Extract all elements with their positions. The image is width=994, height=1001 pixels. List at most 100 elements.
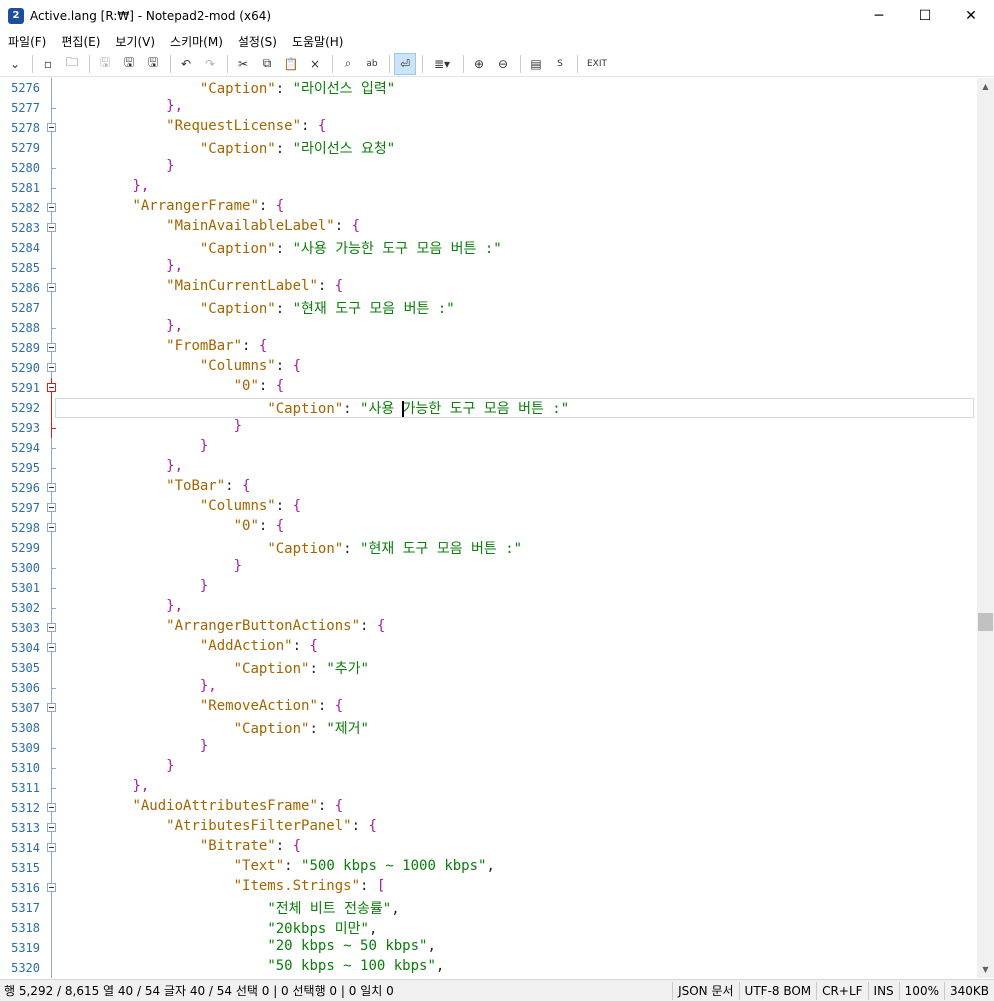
replace-icon[interactable]: ab (361, 53, 383, 75)
fold-marker-icon[interactable] (47, 698, 57, 718)
editor-line[interactable]: 5320 "50 kbps ~ 100 kbps", (0, 958, 977, 978)
editor-line[interactable]: 5286 "MainCurrentLabel": { (0, 278, 977, 298)
fold-marker-icon[interactable] (47, 878, 57, 898)
status-zoom[interactable]: 100% (898, 981, 944, 1000)
fold-marker-icon[interactable] (47, 338, 57, 358)
editor-line[interactable]: 5289 "FromBar": { (0, 338, 977, 358)
fold-marker-icon[interactable] (47, 818, 57, 838)
editor-line[interactable]: 5276 "Caption": "라이선스 입력" (0, 78, 977, 98)
editor-line[interactable]: 5313 "AtributesFilterPanel": { (0, 818, 977, 838)
editor-line[interactable]: 5307 "RemoveAction": { (0, 698, 977, 718)
editor-line[interactable]: 5279 "Caption": "라이선스 요청" (0, 138, 977, 158)
editor-line[interactable]: 5294} (0, 438, 977, 458)
menu-help[interactable]: 도움말(H) (285, 33, 351, 50)
maximize-button[interactable]: ☐ (902, 0, 948, 31)
editor-line[interactable]: 5309} (0, 738, 977, 758)
editor-line[interactable]: 5282 "ArrangerFrame": { (0, 198, 977, 218)
scroll-down-icon[interactable]: ▼ (977, 961, 994, 978)
editor-line[interactable]: 5306}, (0, 678, 977, 698)
chevron-down-icon[interactable]: ⌄ (4, 53, 26, 75)
fold-marker-icon[interactable] (47, 218, 57, 238)
s-button[interactable]: S (549, 53, 571, 75)
editor-line[interactable]: 5300} (0, 558, 977, 578)
editor-line[interactable]: 5283 "MainAvailableLabel": { (0, 218, 977, 238)
fold-marker-icon[interactable] (47, 118, 57, 138)
menu-settings[interactable]: 설정(S) (231, 33, 284, 50)
schema-dropdown-icon[interactable]: ≣▾ (427, 53, 457, 75)
editor-line[interactable]: 5305 "Caption": "추가" (0, 658, 977, 678)
fold-marker-icon[interactable] (47, 638, 57, 658)
word-wrap-icon[interactable]: ⏎ (394, 52, 416, 75)
fold-marker-icon[interactable] (47, 478, 57, 498)
minimize-button[interactable]: ─ (856, 0, 902, 31)
editor-line[interactable]: 5319 "20 kbps ~ 50 kbps", (0, 938, 977, 958)
status-encoding[interactable]: UTF-8 BOM (738, 981, 817, 1000)
fold-marker-icon[interactable] (47, 358, 57, 378)
editor-line[interactable]: 5290 "Columns": { (0, 358, 977, 378)
editor-line[interactable]: 5311}, (0, 778, 977, 798)
open-folder-icon[interactable]: 🗀 (61, 53, 83, 75)
menu-schema[interactable]: 스키마(M) (163, 33, 230, 50)
save-icon[interactable]: 🖫 (118, 53, 140, 75)
fold-marker-icon[interactable] (47, 378, 57, 398)
fold-marker-icon[interactable] (47, 198, 57, 218)
undo-icon[interactable]: ↶ (175, 53, 197, 75)
scrollbar-thumb[interactable] (978, 613, 993, 631)
status-schema[interactable]: JSON 문서 (672, 981, 738, 1000)
editor-line[interactable]: 5284 "Caption": "사용 가능한 도구 모음 버튼 :" (0, 238, 977, 258)
find-icon[interactable]: ⌕ (337, 53, 359, 75)
copy-icon[interactable]: ⧉ (256, 53, 278, 75)
zoom-out-icon[interactable]: ⊖ (492, 53, 514, 75)
new-file-icon[interactable]: ▫ (37, 53, 59, 75)
save-disabled-icon[interactable]: 🖫 (94, 53, 116, 75)
paste-icon[interactable]: 📋 (280, 53, 302, 75)
editor-line[interactable]: 5278 "RequestLicense": { (0, 118, 977, 138)
status-eol[interactable]: CR+LF (816, 981, 867, 1000)
editor-line[interactable]: 5281}, (0, 178, 977, 198)
fold-marker-icon[interactable] (47, 518, 57, 538)
editor-line[interactable]: 5299 "Caption": "현재 도구 모음 버튼 :" (0, 538, 977, 558)
redo-icon[interactable]: ↷ (199, 53, 221, 75)
editor-line[interactable]: 5317 "전체 비트 전송률", (0, 898, 977, 918)
fold-marker-icon[interactable] (47, 278, 57, 298)
editor-line[interactable]: 5291 "0": { (0, 378, 977, 398)
fold-marker-icon[interactable] (47, 498, 57, 518)
editor-line[interactable]: 5314 "Bitrate": { (0, 838, 977, 858)
editor-line[interactable]: 5296 "ToBar": { (0, 478, 977, 498)
delete-icon[interactable]: × (304, 53, 326, 75)
close-button[interactable]: ✕ (948, 0, 994, 31)
fold-marker-icon[interactable] (47, 838, 57, 858)
menu-edit[interactable]: 편집(E) (54, 33, 107, 50)
editor-line[interactable]: 5285}, (0, 258, 977, 278)
editor-line[interactable]: 5277}, (0, 98, 977, 118)
fold-marker-icon[interactable] (47, 798, 57, 818)
editor-line[interactable]: 5287 "Caption": "현재 도구 모음 버튼 :" (0, 298, 977, 318)
editor-line[interactable]: 5318 "20kbps 미만", (0, 918, 977, 938)
save-as-icon[interactable]: 🖫 (142, 53, 164, 75)
menu-file[interactable]: 파일(F) (1, 33, 53, 50)
editor-line[interactable]: 5310} (0, 758, 977, 778)
vertical-scrollbar[interactable]: ▲ ▼ (977, 78, 994, 978)
editor-line[interactable]: 5298 "0": { (0, 518, 977, 538)
editor-line[interactable]: 5304 "AddAction": { (0, 638, 977, 658)
exit-button[interactable]: EXIT (582, 53, 612, 75)
editor-line[interactable]: 5301} (0, 578, 977, 598)
editor-line[interactable]: 5293} (0, 418, 977, 438)
editor-line[interactable]: 5295}, (0, 458, 977, 478)
menu-view[interactable]: 보기(V) (108, 33, 162, 50)
zoom-in-icon[interactable]: ⊕ (468, 53, 490, 75)
editor-line[interactable]: 5312 "AudioAttributesFrame": { (0, 798, 977, 818)
status-insert-mode[interactable]: INS (867, 981, 899, 1000)
editor-line[interactable]: 5316 "Items.Strings": [ (0, 878, 977, 898)
editor-line[interactable]: 5315 "Text": "500 kbps ~ 1000 kbps", (0, 858, 977, 878)
editor-line[interactable]: 5292 "Caption": "사용 가능한 도구 모음 버튼 :" (0, 398, 977, 418)
settings-icon[interactable]: ▤ (525, 53, 547, 75)
cut-icon[interactable]: ✂ (232, 53, 254, 75)
fold-marker-icon[interactable] (47, 618, 57, 638)
editor-line[interactable]: 5297 "Columns": { (0, 498, 977, 518)
editor-line[interactable]: 5308 "Caption": "제거" (0, 718, 977, 738)
editor-line[interactable]: 5280} (0, 158, 977, 178)
scroll-up-icon[interactable]: ▲ (977, 78, 994, 95)
editor-line[interactable]: 5303 "ArrangerButtonActions": { (0, 618, 977, 638)
editor-area[interactable]: 5276 "Caption": "라이선스 입력" 5277}, 5278 "Reque… (0, 78, 977, 978)
